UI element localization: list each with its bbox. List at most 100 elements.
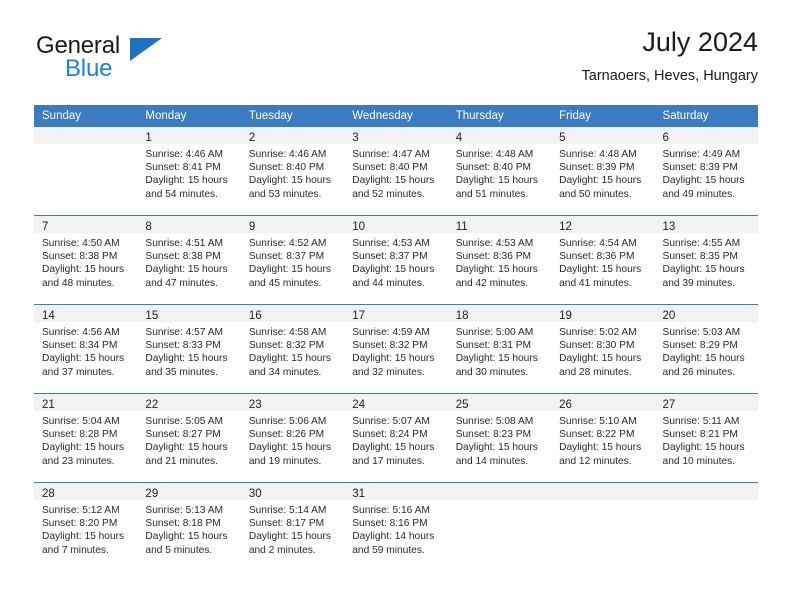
day-daylight1-text: Daylight: 15 hours: [662, 175, 745, 187]
calendar-day-cell[interactable]: 18 Sunrise: 5:00 AM Sunset: 8:31 PM Dayligh…: [447, 304, 552, 394]
day-sunset-text: Sunset: 8:37 PM: [248, 251, 325, 263]
day-cell-body: Sunrise: 4:46 AM Sunset: 8:41 PM Daylight:…: [137, 144, 240, 201]
day-daylight1-text: Daylight: 15 hours: [455, 442, 538, 454]
day-cell-body: [34, 144, 137, 148]
weekday-header-sunday: Sunday: [34, 105, 138, 127]
day-daylight1-text: Daylight: 15 hours: [248, 175, 331, 187]
day-number-band: 15: [137, 305, 241, 322]
day-daylight2-text: and 39 minutes.: [662, 277, 736, 289]
day-cell-inner: 22 Sunrise: 5:05 AM Sunset: 8:27 PM Dayligh…: [137, 394, 241, 482]
day-daylight1-text: Daylight: 15 hours: [248, 442, 331, 454]
day-cell-body: Sunrise: 5:06 AM Sunset: 8:26 PM Daylight:…: [241, 411, 344, 468]
day-sunrise-text: Sunrise: 5:07 AM: [352, 416, 430, 427]
day-sunset-text: Sunset: 8:39 PM: [662, 162, 738, 174]
day-daylight1-text: Daylight: 15 hours: [455, 175, 538, 187]
calendar-day-cell[interactable]: 31 Sunrise: 5:16 AM Sunset: 8:16 PM Dayligh…: [344, 482, 448, 571]
day-sunrise-text: Sunrise: 4:48 AM: [455, 149, 534, 160]
general-blue-logo: General Blue: [34, 32, 254, 90]
day-cell-body: Sunrise: 4:56 AM Sunset: 8:34 PM Daylight:…: [34, 322, 137, 379]
day-sunrise-text: Sunrise: 4:50 AM: [42, 238, 120, 249]
day-daylight2-text: and 47 minutes.: [145, 277, 218, 289]
calendar-day-cell[interactable]: 22 Sunrise: 5:05 AM Sunset: 8:27 PM Dayligh…: [137, 393, 241, 483]
day-sunrise-text: Sunrise: 5:06 AM: [248, 416, 327, 427]
day-sunrise-text: Sunrise: 5:10 AM: [559, 416, 637, 427]
day-daylight1-text: Daylight: 15 hours: [42, 531, 125, 543]
day-daylight2-text: and 50 minutes.: [559, 188, 632, 200]
day-daylight1-text: Daylight: 15 hours: [42, 442, 125, 454]
day-daylight2-text: and 59 minutes.: [352, 544, 425, 556]
day-cell-inner: 11 Sunrise: 4:53 AM Sunset: 8:36 PM Dayligh…: [447, 216, 552, 304]
day-number-band: [551, 483, 655, 500]
calendar-day-cell[interactable]: 26 Sunrise: 5:10 AM Sunset: 8:22 PM Dayligh…: [551, 393, 655, 483]
calendar-day-cell[interactable]: 2 Sunrise: 4:46 AM Sunset: 8:40 PM Daylight…: [240, 127, 345, 216]
day-cell-body: Sunrise: 4:53 AM Sunset: 8:37 PM Daylight:…: [344, 233, 447, 290]
day-sunrise-text: Sunrise: 5:16 AM: [352, 505, 430, 516]
day-sunset-text: Sunset: 8:17 PM: [248, 518, 325, 530]
day-cell-body: Sunrise: 5:03 AM Sunset: 8:29 PM Daylight:…: [655, 322, 758, 379]
day-number: 17: [352, 310, 366, 322]
calendar-day-cell[interactable]: 23 Sunrise: 5:06 AM Sunset: 8:26 PM Dayligh…: [240, 393, 345, 483]
calendar-day-cell[interactable]: 30 Sunrise: 5:14 AM Sunset: 8:17 PM Dayligh…: [240, 482, 345, 571]
day-number-band: [654, 483, 758, 500]
calendar-day-cell[interactable]: 3 Sunrise: 4:47 AM Sunset: 8:40 PM Daylight…: [344, 127, 448, 216]
day-number-band: [447, 483, 552, 500]
calendar-day-cell[interactable]: 12 Sunrise: 4:54 AM Sunset: 8:36 PM Dayligh…: [551, 215, 655, 305]
calendar-day-cell[interactable]: 28 Sunrise: 5:12 AM Sunset: 8:20 PM Dayligh…: [34, 482, 138, 571]
day-cell-body: Sunrise: 4:57 AM Sunset: 8:33 PM Daylight:…: [137, 322, 240, 379]
day-cell-body: Sunrise: 4:50 AM Sunset: 8:38 PM Daylight:…: [34, 233, 137, 290]
day-number-band: 20: [654, 305, 758, 322]
calendar-day-cell[interactable]: 14 Sunrise: 4:56 AM Sunset: 8:34 PM Dayligh…: [34, 304, 138, 394]
calendar-day-cell[interactable]: 11 Sunrise: 4:53 AM Sunset: 8:36 PM Dayligh…: [447, 215, 552, 305]
calendar-day-cell[interactable]: 8 Sunrise: 4:51 AM Sunset: 8:38 PM Daylight…: [137, 215, 241, 305]
day-daylight2-text: and 7 minutes.: [42, 544, 109, 556]
calendar-day-cell[interactable]: 16 Sunrise: 4:58 AM Sunset: 8:32 PM Dayligh…: [240, 304, 345, 394]
day-sunset-text: Sunset: 8:32 PM: [248, 340, 325, 352]
calendar-day-cell[interactable]: 13 Sunrise: 4:55 AM Sunset: 8:35 PM Dayligh…: [654, 215, 758, 305]
day-sunrise-text: Sunrise: 4:48 AM: [559, 149, 637, 160]
day-sunset-text: Sunset: 8:23 PM: [455, 429, 532, 441]
calendar-day-cell[interactable]: 6 Sunrise: 4:49 AM Sunset: 8:39 PM Daylight…: [654, 127, 758, 216]
day-sunset-text: Sunset: 8:33 PM: [145, 340, 221, 352]
day-daylight2-text: and 54 minutes.: [145, 188, 218, 200]
day-cell-inner: [551, 483, 655, 571]
calendar-day-cell[interactable]: 4 Sunrise: 4:48 AM Sunset: 8:40 PM Daylight…: [447, 127, 552, 216]
calendar-day-cell[interactable]: 20 Sunrise: 5:03 AM Sunset: 8:29 PM Dayligh…: [654, 304, 758, 394]
weekday-header-monday: Monday: [137, 105, 241, 127]
day-number: 21: [42, 399, 55, 411]
day-daylight2-text: and 34 minutes.: [248, 366, 322, 378]
day-sunrise-text: Sunrise: 4:55 AM: [662, 238, 741, 249]
calendar-day-cell[interactable]: 15 Sunrise: 4:57 AM Sunset: 8:33 PM Dayligh…: [137, 304, 241, 394]
day-sunrise-text: Sunrise: 4:53 AM: [455, 238, 534, 249]
day-cell-body: Sunrise: 4:51 AM Sunset: 8:38 PM Daylight:…: [137, 233, 240, 290]
day-cell-inner: 4 Sunrise: 4:48 AM Sunset: 8:40 PM Daylight…: [447, 127, 552, 215]
calendar-day-cell[interactable]: 7 Sunrise: 4:50 AM Sunset: 8:38 PM Daylight…: [34, 215, 138, 305]
calendar-day-cell[interactable]: 29 Sunrise: 5:13 AM Sunset: 8:18 PM Dayligh…: [137, 482, 241, 571]
calendar-day-cell[interactable]: 5 Sunrise: 4:48 AM Sunset: 8:39 PM Daylight…: [551, 127, 655, 216]
calendar-day-cell[interactable]: 27 Sunrise: 5:11 AM Sunset: 8:21 PM Dayligh…: [654, 393, 758, 483]
calendar-day-cell-empty: [551, 482, 655, 571]
calendar-day-cell[interactable]: 19 Sunrise: 5:02 AM Sunset: 8:30 PM Dayligh…: [551, 304, 655, 394]
calendar-day-cell[interactable]: 10 Sunrise: 4:53 AM Sunset: 8:37 PM Dayligh…: [344, 215, 448, 305]
calendar-day-cell[interactable]: 25 Sunrise: 5:08 AM Sunset: 8:23 PM Dayligh…: [447, 393, 552, 483]
day-number: 15: [145, 310, 159, 322]
day-number: 27: [662, 399, 676, 411]
day-number: 12: [559, 221, 572, 233]
day-sunrise-text: Sunrise: 5:03 AM: [662, 327, 741, 338]
calendar-week-row: 1 Sunrise: 4:46 AM Sunset: 8:41 PM Daylight…: [34, 127, 758, 216]
calendar-day-cell[interactable]: 1 Sunrise: 4:46 AM Sunset: 8:41 PM Daylight…: [137, 127, 241, 216]
calendar-day-cell[interactable]: 24 Sunrise: 5:07 AM Sunset: 8:24 PM Dayligh…: [344, 393, 448, 483]
day-cell-body: Sunrise: 5:07 AM Sunset: 8:24 PM Daylight:…: [344, 411, 447, 468]
day-sunset-text: Sunset: 8:27 PM: [145, 429, 221, 441]
day-daylight1-text: Daylight: 15 hours: [248, 531, 331, 543]
calendar-day-cell[interactable]: 17 Sunrise: 4:59 AM Sunset: 8:32 PM Dayligh…: [344, 304, 448, 394]
day-daylight1-text: Daylight: 15 hours: [455, 353, 538, 365]
day-number: 14: [42, 310, 55, 322]
calendar-day-cell[interactable]: 9 Sunrise: 4:52 AM Sunset: 8:37 PM Daylight…: [240, 215, 345, 305]
day-sunset-text: Sunset: 8:26 PM: [248, 429, 325, 441]
day-cell-body: Sunrise: 5:00 AM Sunset: 8:31 PM Daylight:…: [448, 322, 551, 379]
day-sunset-text: Sunset: 8:36 PM: [559, 251, 635, 263]
calendar-day-cell[interactable]: 21 Sunrise: 5:04 AM Sunset: 8:28 PM Dayligh…: [34, 393, 138, 483]
calendar-week-row: 7 Sunrise: 4:50 AM Sunset: 8:38 PM Daylight…: [34, 215, 758, 305]
day-sunset-text: Sunset: 8:36 PM: [455, 251, 532, 263]
day-number-band: 25: [447, 394, 552, 411]
